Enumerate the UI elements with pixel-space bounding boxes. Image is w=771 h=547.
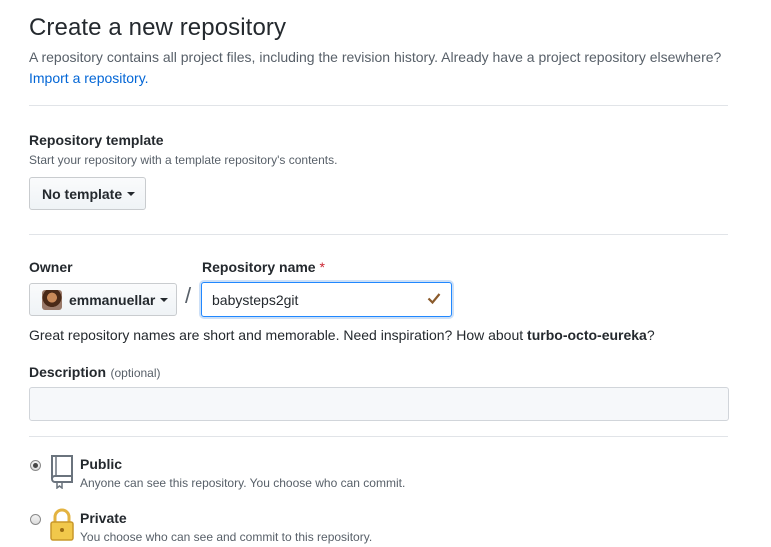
private-note: You choose who can see and commit to thi…: [80, 530, 373, 544]
repo-name-input[interactable]: babysteps2git: [201, 282, 452, 317]
template-button-label: No template: [42, 185, 123, 202]
template-select-button[interactable]: No template: [29, 177, 146, 210]
check-icon: [427, 291, 441, 308]
owner-label: Owner: [29, 259, 73, 275]
hint-text: Great repository names are short and mem…: [29, 327, 528, 343]
template-note: Start your repository with a template re…: [29, 153, 338, 167]
import-repository-link[interactable]: Import a repository.: [29, 70, 149, 86]
page-subtitle: A repository contains all project files,…: [29, 49, 722, 65]
repo-name-label-text: Repository name: [202, 259, 316, 275]
repo-name-hint: Great repository names are short and mem…: [29, 327, 655, 343]
divider: [29, 105, 728, 106]
caret-down-icon: [127, 191, 136, 196]
description-label: Description (optional): [29, 364, 161, 382]
divider: [29, 436, 728, 437]
repo-book-icon: [47, 453, 75, 494]
lock-icon: [49, 508, 75, 547]
description-optional: (optional): [110, 366, 161, 380]
description-input[interactable]: [29, 387, 729, 421]
public-radio[interactable]: [30, 460, 41, 471]
public-title: Public: [80, 456, 123, 472]
hint-end: ?: [646, 327, 655, 343]
public-note: Anyone can see this repository. You choo…: [80, 476, 406, 490]
repo-name-value: babysteps2git: [212, 291, 299, 308]
owner-repo-separator: /: [185, 283, 192, 308]
owner-select-button[interactable]: emmanuellar: [29, 283, 177, 316]
description-label-text: Description: [29, 364, 107, 380]
private-title: Private: [80, 510, 127, 526]
divider: [29, 234, 728, 235]
name-suggestion[interactable]: turbo-octo-eureka: [527, 327, 647, 343]
required-mark: *: [319, 259, 325, 275]
caret-down-icon: [160, 297, 169, 302]
avatar: [42, 289, 62, 310]
private-radio[interactable]: [30, 514, 41, 525]
repo-name-label: Repository name *: [202, 259, 325, 275]
page-title: Create a new repository: [29, 14, 287, 41]
template-label: Repository template: [29, 132, 164, 148]
owner-name: emmanuellar: [69, 291, 156, 308]
